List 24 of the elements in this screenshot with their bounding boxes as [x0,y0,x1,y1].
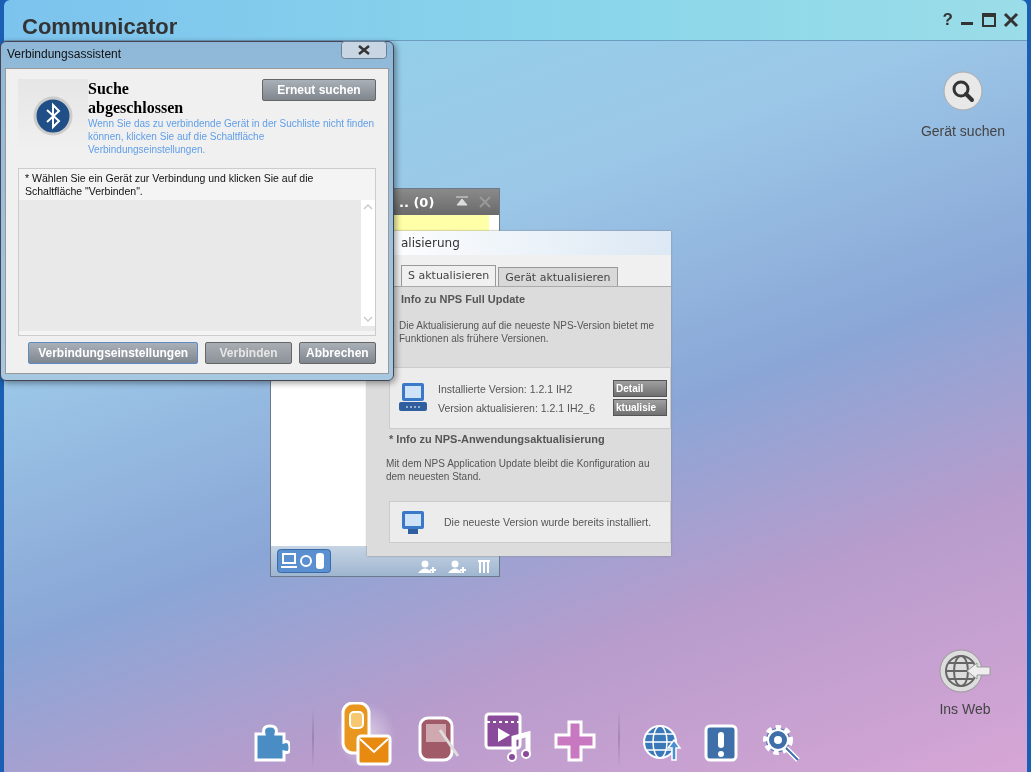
dialog-button[interactable]: Abbrechen [298,342,376,364]
dialog-button[interactable]: Verbindungseinstellungen [28,342,199,364]
tab[interactable]: S aktualisieren [401,265,497,286]
action-label[interactable]: Ins Web [939,701,991,717]
section-heading: Info zu NPS Full Update [401,293,527,305]
description-text: Die Aktualisierung auf die neueste NPS-Version bietet me Funktionen als frühere Versionen. [399,319,656,345]
status-text: Die neueste Version wurde bereits installiert. [444,516,652,528]
panel-button[interactable]: ktualisie [613,399,667,416]
section-heading: * Info zu NPS-Anwendungsaktualisierung [389,433,606,445]
hint-text: Wenn Sie das zu verbindende Gerät in der Suchliste nicht finden können, klicken Sie auf die Schaltfläche Verbindungseinstellungen. [88,117,376,156]
dialog-heading: Suche abgeschlossen [88,79,185,117]
rescan-button[interactable]: Erneut suchen [262,79,376,101]
installed-version: Installierte Version: 1.2.1 IH2 [438,382,574,395]
update-version: Version aktualisieren: 1.2.1 IH2_6 [438,401,595,414]
dialog-title: Verbindungsassistent [7,47,122,61]
instruction-text: * Wählen Sie ein Gerät zur Verbindung und klicken Sie auf die Schaltfläche "Verbinden". [24,171,315,199]
window-title: Communicator [21,14,178,40]
panel-button[interactable]: Detail [613,380,667,397]
help-button[interactable]: ? [942,12,953,28]
window-title: .. (0) [399,194,436,210]
action-label[interactable]: Gerät suchen [920,123,1005,139]
tab[interactable]: Gerät aktualisieren [498,267,618,286]
description-text: Mit dem NPS Application Update bleibt die Konfiguration au dem neuesten Stand. [386,457,651,483]
window-title: alisierung [401,236,460,250]
